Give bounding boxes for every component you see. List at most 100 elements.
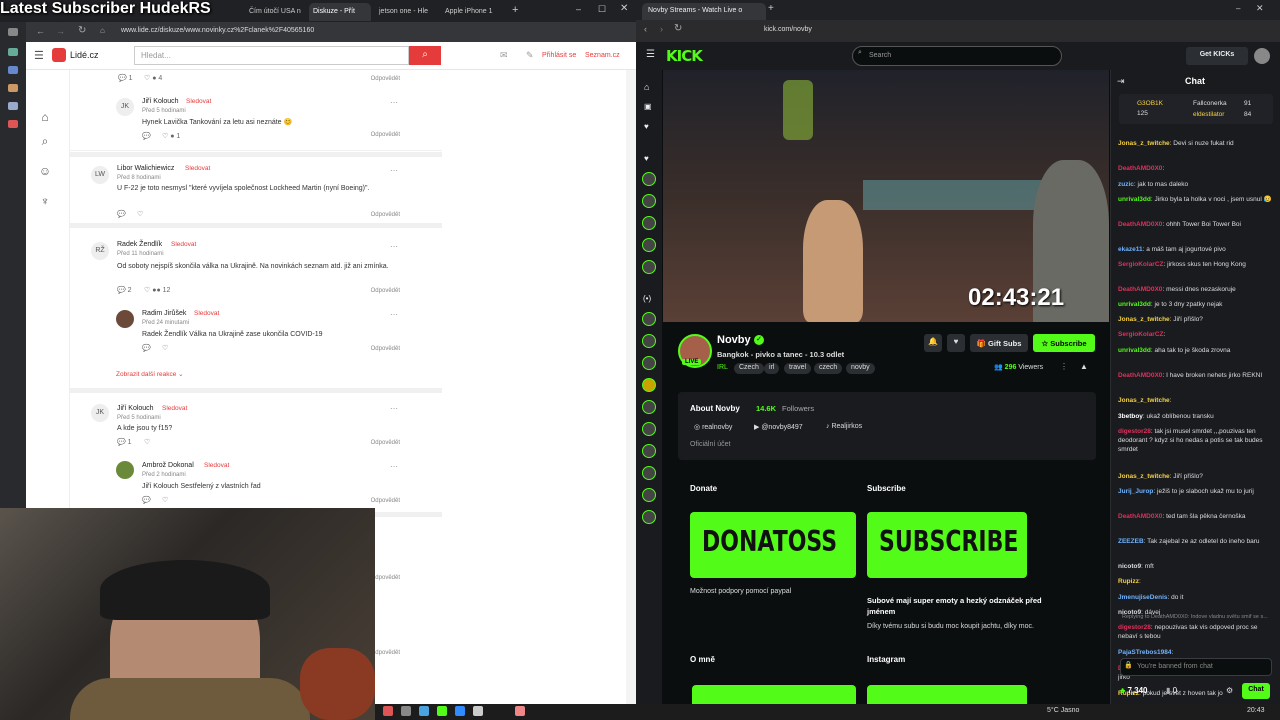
channel-avatar[interactable]: [642, 378, 656, 392]
reply-count[interactable]: 💬: [142, 344, 151, 352]
instagram-link[interactable]: ◎ realnovby: [694, 423, 732, 431]
author-name[interactable]: Libor Walichiewicz: [117, 165, 174, 172]
like-button[interactable]: ♡ ●● 12: [144, 286, 170, 294]
taskbar-app-icon[interactable]: [473, 706, 483, 716]
search-input[interactable]: Hledat...: [134, 46, 409, 65]
tag-chip[interactable]: Czech: [734, 363, 764, 374]
sidebar-icon[interactable]: [8, 84, 18, 92]
avatar[interactable]: LW: [91, 166, 109, 184]
chat-username[interactable]: ZEEZEB: [1118, 538, 1144, 545]
reply-count[interactable]: 💬: [117, 210, 126, 218]
like-button[interactable]: ♡: [137, 210, 143, 218]
chat-username[interactable]: PajaSTrebos1984: [1118, 649, 1171, 656]
more-icon[interactable]: ⋯: [390, 98, 398, 107]
tiktok-link[interactable]: ♪ Realjirkos: [826, 423, 862, 430]
like-button[interactable]: ♡: [162, 496, 168, 504]
weather[interactable]: 5°C Jasno: [1047, 707, 1079, 714]
leaderboard[interactable]: G3OB1K 125 Fallconerka 91 eldestilator 8…: [1119, 94, 1273, 124]
bookmark-icon[interactable]: ♆: [38, 194, 52, 208]
more-icon[interactable]: ⋮: [1060, 362, 1068, 371]
points-balance[interactable]: ♣ 7,340: [1120, 686, 1148, 695]
menu-icon[interactable]: ☰: [646, 49, 655, 60]
forward-icon[interactable]: →: [56, 26, 65, 36]
tab-novby[interactable]: Novby Streams - Watch Live o: [642, 3, 766, 20]
share-icon[interactable]: ▲: [1080, 362, 1088, 371]
gear-icon[interactable]: ⚙: [1226, 686, 1233, 695]
reply-link[interactable]: Odpovědět: [371, 346, 400, 352]
sidebar-icon[interactable]: [8, 102, 18, 110]
login-link[interactable]: Přihlásit se: [542, 52, 576, 59]
chat-username[interactable]: Jonas_z_twitche: [1118, 397, 1170, 404]
author-name[interactable]: Jiří Kolouch: [142, 98, 179, 105]
chat-username[interactable]: Jonas_z_twitche: [1118, 473, 1170, 480]
subscribe-button[interactable]: ☆ Subscribe: [1033, 334, 1095, 352]
chat-username[interactable]: DeathAMD0X0: [1118, 221, 1162, 228]
avatar[interactable]: [1254, 48, 1270, 64]
menu-icon[interactable]: ☰: [34, 49, 44, 62]
lide-logo-icon[interactable]: [52, 48, 66, 62]
follow-link[interactable]: Sledovat: [162, 405, 187, 412]
kick-logo[interactable]: KICK: [666, 47, 703, 65]
follow-link[interactable]: Sledovat: [185, 165, 210, 172]
channel-avatar[interactable]: [642, 466, 656, 480]
chat-input[interactable]: You're banned from chat: [1120, 658, 1272, 676]
page-scrollbar[interactable]: [626, 70, 636, 710]
back-icon[interactable]: ‹: [644, 24, 647, 34]
home-icon[interactable]: ⌂: [644, 82, 649, 92]
favorites-icon[interactable]: ♥: [644, 154, 649, 163]
search-icon[interactable]: ⌕: [38, 134, 52, 148]
tag-chip[interactable]: novby: [846, 363, 875, 374]
avatar[interactable]: JK: [116, 98, 134, 116]
channel-avatar[interactable]: [642, 334, 656, 348]
notification-bell-icon[interactable]: 🔔: [924, 334, 942, 352]
chat-username[interactable]: DeathAMD0X0: [1118, 513, 1162, 520]
browse-icon[interactable]: ▣: [644, 102, 652, 111]
author-name[interactable]: Ambrož Dokonal: [142, 462, 194, 469]
sidebar-icon[interactable]: [8, 120, 18, 128]
author-name[interactable]: Radim Jirůšek: [142, 310, 186, 317]
channel-avatar[interactable]: [642, 260, 656, 274]
back-icon[interactable]: ←: [36, 26, 45, 36]
chat-username[interactable]: unrival3dd: [1118, 196, 1151, 203]
more-icon[interactable]: ⋯: [390, 242, 398, 251]
reply-link[interactable]: Odpovědět: [371, 288, 400, 294]
channel-avatar[interactable]: [642, 216, 656, 230]
video-player[interactable]: 02:43:21: [663, 70, 1109, 322]
forward-icon[interactable]: ›: [660, 24, 663, 34]
search-input[interactable]: Search: [852, 46, 1062, 66]
taskbar-app-icon[interactable]: [437, 706, 447, 716]
clock[interactable]: 20:43: [1247, 707, 1265, 714]
home-icon[interactable]: ⌂: [100, 26, 105, 35]
right-url-field[interactable]: kick.com/novby: [764, 26, 812, 33]
chat-username[interactable]: Jurij_Jurop: [1118, 488, 1153, 495]
reply-count[interactable]: 💬 1: [117, 438, 132, 446]
reply-link[interactable]: Odpovědět: [371, 650, 400, 656]
avatar[interactable]: JK: [91, 404, 109, 422]
avatar[interactable]: [116, 461, 134, 479]
follow-link[interactable]: Sledovat: [171, 241, 196, 248]
taskbar-app-icon[interactable]: [383, 706, 393, 716]
tab-cim-utoci[interactable]: Čím útočí USA n: [245, 3, 307, 21]
maximize-icon[interactable]: ☐: [598, 4, 606, 15]
youtube-link[interactable]: ▶ @novby8497: [754, 423, 803, 431]
chat-username[interactable]: unrival3dd: [1118, 301, 1151, 308]
avatar[interactable]: [116, 310, 134, 328]
get-kicks-button[interactable]: Get KICKs: [1186, 47, 1248, 65]
seznam-link[interactable]: Seznam.cz: [585, 52, 620, 59]
channel-avatar[interactable]: [642, 444, 656, 458]
channel-avatar[interactable]: [642, 312, 656, 326]
chat-username[interactable]: SergioKolarCZ: [1118, 261, 1164, 268]
taskbar-app-icon[interactable]: [455, 706, 465, 716]
show-more-reactions[interactable]: Zobrazit další reakce ⌄: [116, 370, 184, 378]
gift-subs-button[interactable]: 🎁 Gift Subs: [970, 334, 1028, 352]
new-tab-icon[interactable]: +: [768, 3, 774, 14]
reply-count[interactable]: 💬: [142, 132, 151, 140]
close-icon[interactable]: ✕: [620, 3, 628, 14]
chat-send-button[interactable]: Chat: [1242, 683, 1270, 699]
site-name[interactable]: Lidé.cz: [70, 50, 99, 60]
live-icon[interactable]: (•): [643, 294, 651, 303]
category-link[interactable]: IRL: [717, 364, 728, 371]
chat-username[interactable]: digestor28: [1118, 624, 1151, 631]
chat-username[interactable]: digestor28: [1118, 428, 1151, 435]
reply-count[interactable]: 💬: [142, 496, 151, 504]
